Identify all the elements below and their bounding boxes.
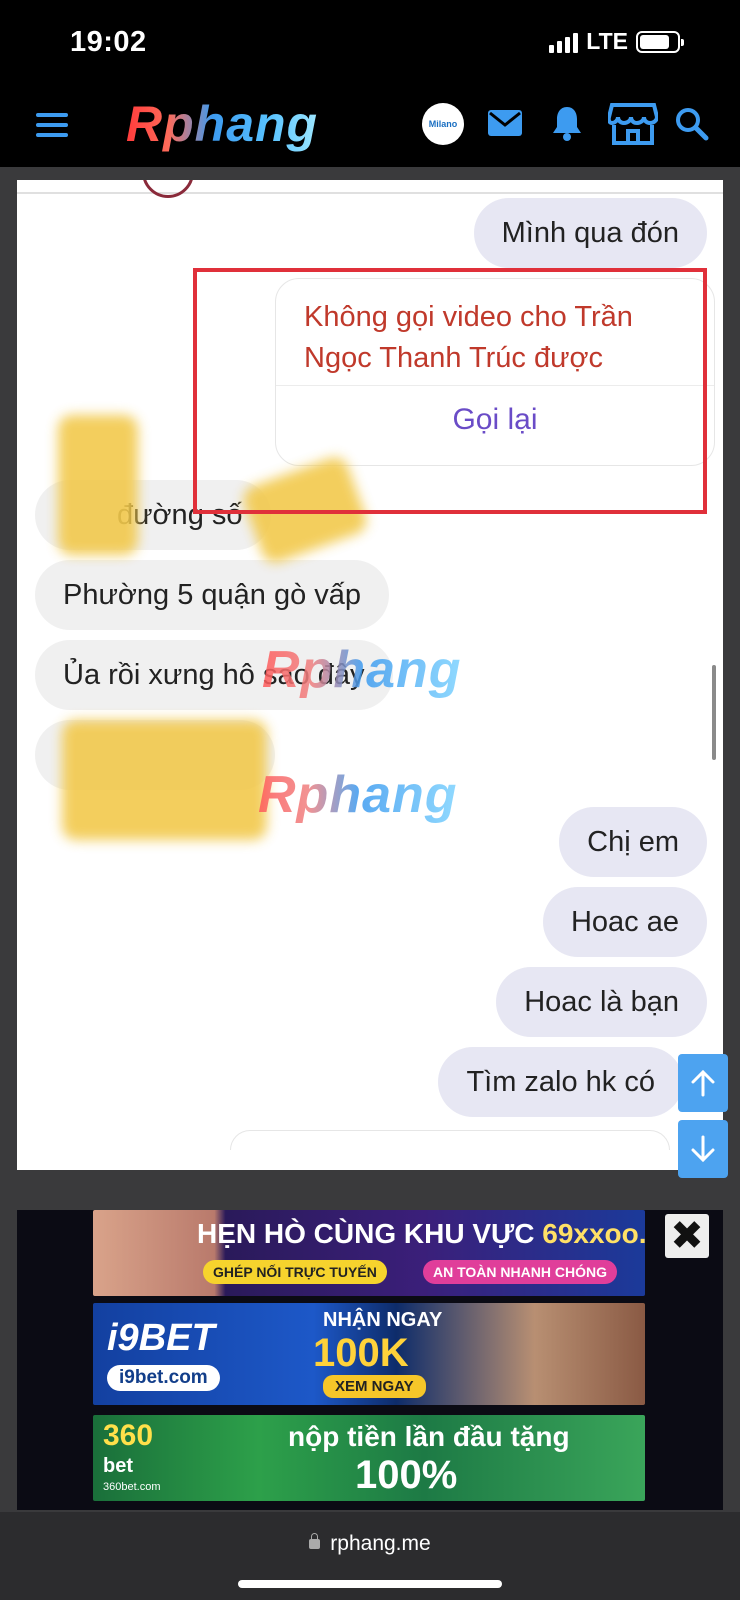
watermark-logo: Rphang [262,641,462,699]
network-label: LTE [586,28,628,54]
scroll-down-button[interactable] [678,1120,728,1178]
bell-icon[interactable] [551,105,583,141]
redaction-blur [62,720,267,840]
message-bubble-sent: Tìm zalo hk có [438,1047,683,1117]
scroll-up-button[interactable] [678,1054,728,1112]
arrow-up-icon [691,1069,715,1097]
highlight-frame [193,268,707,514]
ad-headline: nộp tiền lần đầu tặng [288,1421,570,1452]
ad-banner-dating[interactable]: HẸN HÒ CÙNG KHU VỰC 69xxoo.cc GHÉP NỐI T… [93,1210,645,1296]
search-icon[interactable] [675,107,709,141]
avatar [142,180,194,198]
ad-headline: NHẬN NGAY [323,1309,443,1331]
ad-headline-text: HẸN HÒ CÙNG KHU VỰC [197,1218,535,1249]
ad-banner-i9bet[interactable]: i9BET i9bet.com NHẬN NGAY 100K XEM NGAY [93,1303,645,1405]
arrow-down-icon [691,1135,715,1163]
status-time: 19:02 [70,26,147,58]
ad-cta-button[interactable]: XEM NGAY [323,1375,426,1398]
browser-address-bar[interactable]: rphang.me [0,1512,740,1600]
ad-banner-360bet[interactable]: 360 bet 360bet.com nộp tiền lần đầu tặng… [93,1415,645,1501]
menu-icon[interactable] [36,113,68,137]
ad-logo-sub: bet [103,1455,133,1477]
signal-icon [549,31,579,53]
redaction-blur [58,415,138,555]
next-message-edge [230,1130,670,1150]
ad-amount: 100% [355,1453,458,1497]
ad-headline: HẸN HÒ CÙNG KHU VỰC 69xxoo.cc [197,1218,645,1250]
ad-tag: AN TOÀN NHANH CHÓNG [423,1260,617,1284]
ad-logo: 360 bet [103,1421,153,1481]
url-display[interactable]: rphang.me [0,1532,740,1556]
ad-amount: 100K [313,1331,409,1375]
store-icon[interactable] [608,103,658,145]
ad-logo-number: 360 [103,1419,154,1452]
message-bubble-sent: Hoac ae [542,887,707,957]
ad-tag: GHÉP NỐI TRỰC TUYẾN [203,1260,387,1284]
message-bubble-sent: Hoac là bạn [496,967,707,1037]
url-text: rphang.me [330,1532,431,1555]
lock-icon [309,1533,321,1549]
message-bubble-sent: Chị em [559,807,707,877]
scrollbar[interactable] [712,665,716,760]
previous-message-edge [17,180,723,198]
status-indicators: LTE [549,28,684,55]
site-logo[interactable]: Rphang [126,95,318,153]
avatar[interactable]: Milano [422,103,464,145]
ad-logo: i9BET [107,1317,215,1359]
ad-site: 360bet.com [103,1481,161,1493]
mail-icon[interactable] [487,109,523,137]
message-bubble-sent: Mình qua đón [473,198,707,268]
ad-banner-area: HẸN HÒ CÙNG KHU VỰC 69xxoo.cc GHÉP NỐI T… [17,1210,723,1510]
ad-site: i9bet.com [107,1365,220,1391]
close-ad-button[interactable]: ✖ [665,1214,709,1258]
message-bubble-received: Phường 5 quận gò vấp [35,560,390,630]
ad-site: 69xxoo.cc [542,1218,645,1249]
battery-icon [636,30,684,53]
site-header: Rphang Milano [0,85,740,167]
home-indicator[interactable] [238,1580,502,1588]
watermark-logo: Rphang [258,766,458,824]
status-bar: 19:02 LTE [0,0,740,85]
